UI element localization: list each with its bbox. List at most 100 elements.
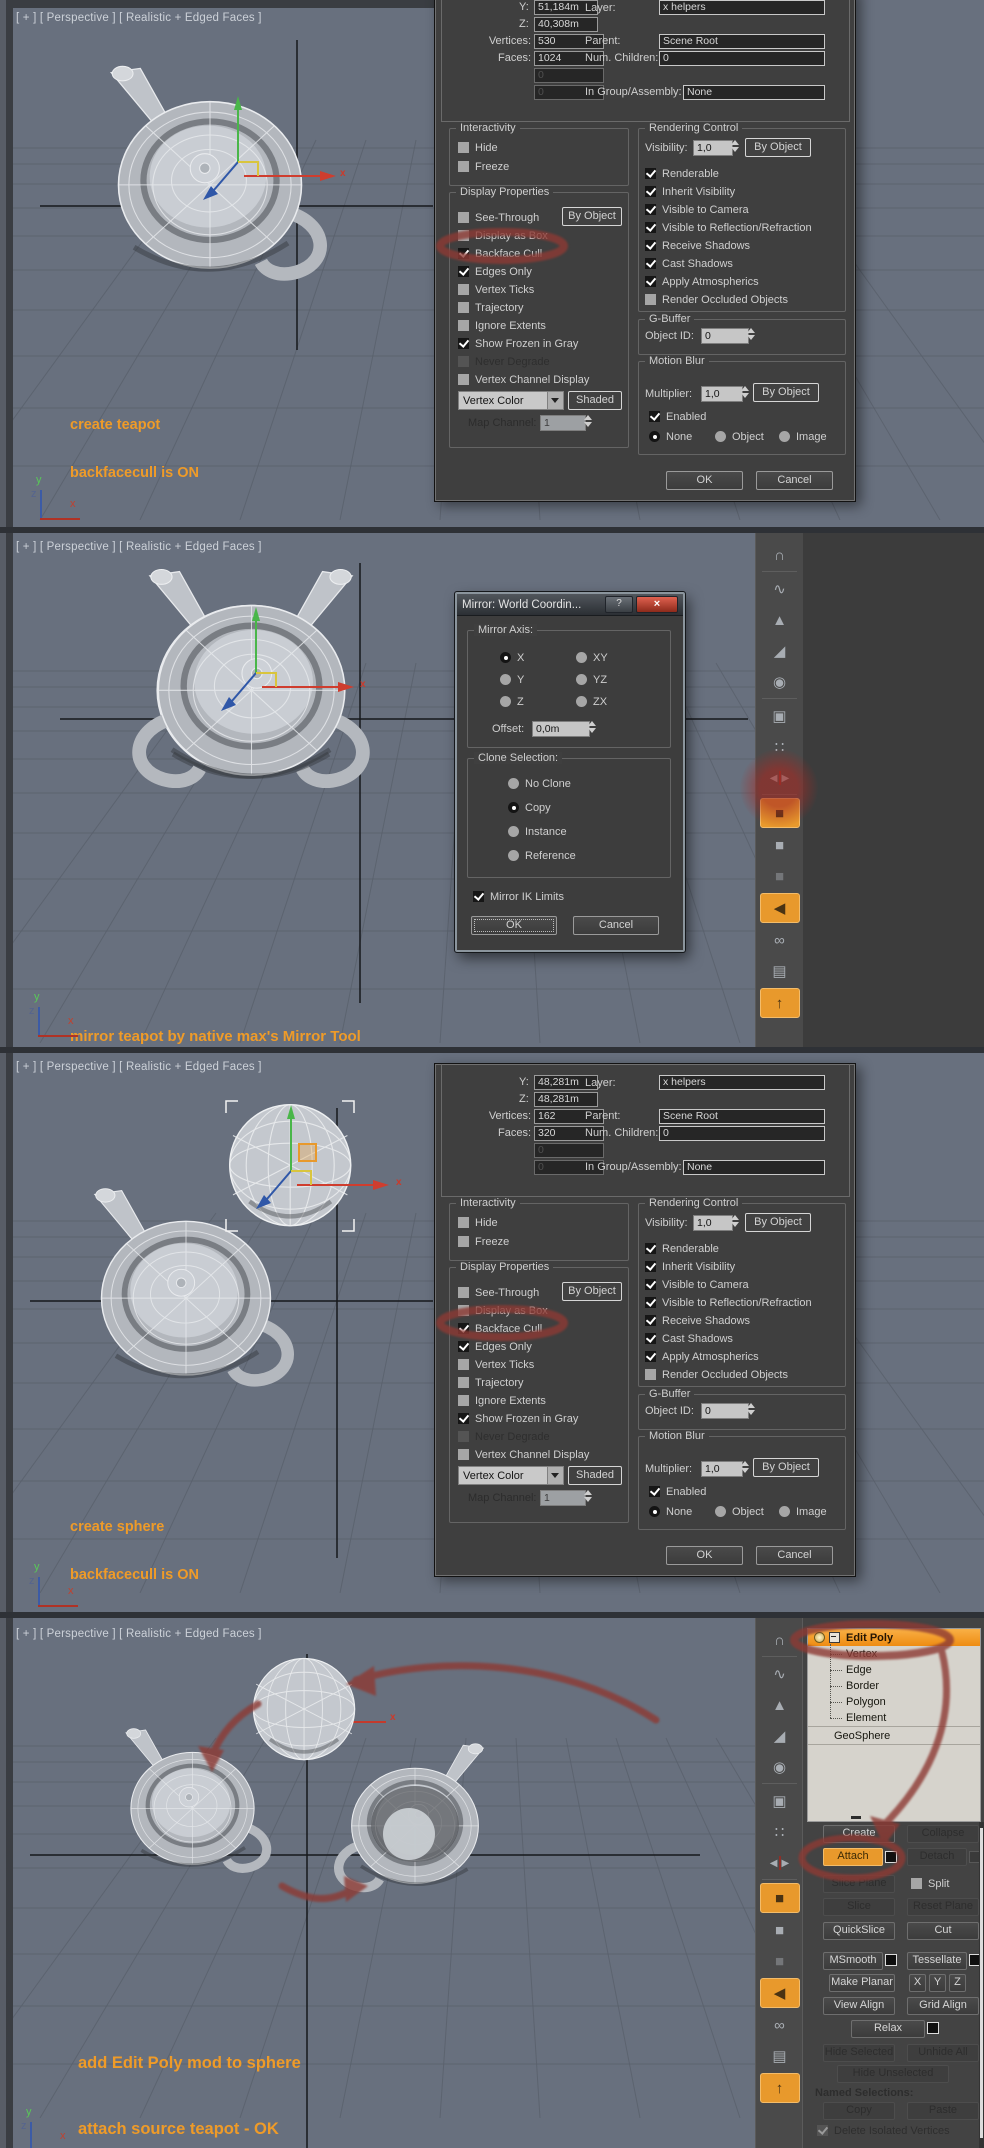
ghost-cube-icon[interactable]: ■	[761, 862, 799, 890]
subobject-vertex[interactable]: Vertex	[830, 1646, 980, 1662]
spray-tool-icon[interactable]: ◢	[761, 637, 799, 665]
checkbox-backface-cull[interactable]: Backface Cull	[458, 1322, 542, 1335]
spinner[interactable]	[729, 1215, 740, 1227]
checkbox-edges-only[interactable]: Edges Only	[458, 1340, 532, 1353]
graphite-cube-icon[interactable]: ■	[761, 1916, 799, 1944]
link-chain-icon[interactable]: ∞	[761, 2011, 799, 2039]
spinner[interactable]	[739, 386, 750, 398]
radio-none[interactable]: None	[649, 1505, 692, 1518]
subobject-edge[interactable]: Edge	[830, 1662, 980, 1678]
spinner[interactable]	[745, 1403, 756, 1415]
checkbox-inherit-visibility[interactable]: Inherit Visibility	[645, 1260, 735, 1273]
object-id-field[interactable]: 0	[701, 328, 749, 344]
render-setup-icon[interactable]: ↑	[759, 2073, 800, 2103]
tessellate-button[interactable]: Tessellate	[907, 1952, 967, 1970]
layer-manager-icon[interactable]: ■	[759, 1883, 800, 1913]
subobject-border[interactable]: Border	[830, 1678, 980, 1694]
checkbox-visible-to-reflection[interactable]: Visible to Reflection/Refraction	[645, 221, 812, 234]
checkbox-enabled[interactable]: Enabled	[649, 1485, 706, 1498]
checkbox-cast-shadows[interactable]: Cast Shadows	[645, 257, 733, 270]
material-editor-icon[interactable]: ▤	[761, 957, 799, 985]
z-field[interactable]: 48,281m	[534, 1092, 598, 1107]
modifier-visibility-bulb-icon[interactable]	[814, 1632, 825, 1643]
layer-field[interactable]: x helpers	[659, 0, 825, 15]
checkbox-vertex-channel[interactable]: Vertex Channel Display	[458, 373, 589, 386]
viewport-label[interactable]: [ + ] [ Perspective ] [ Realistic + Edge…	[16, 1061, 262, 1073]
checkbox-render-occluded[interactable]: Render Occluded Objects	[645, 293, 788, 306]
teapot-wireframe[interactable]	[111, 66, 320, 274]
named-selection-set-icon[interactable]: ▣	[761, 1787, 799, 1815]
radio-reference[interactable]: Reference	[508, 849, 576, 862]
make-planar-x-button[interactable]: X	[909, 1974, 926, 1992]
checkbox-enabled[interactable]: Enabled	[649, 410, 706, 423]
cancel-button[interactable]: Cancel	[573, 916, 659, 935]
checkbox-vertex-ticks[interactable]: Vertex Ticks	[458, 283, 534, 296]
checkbox-backface-cull[interactable]: Backface Cull	[458, 247, 542, 260]
radio-axis-z[interactable]: Z	[500, 695, 524, 708]
cancel-button[interactable]: Cancel	[756, 471, 833, 490]
subobject-element[interactable]: Element	[830, 1710, 980, 1726]
motion-blur-by-object-button[interactable]: By Object	[753, 1458, 819, 1477]
radio-axis-y[interactable]: Y	[500, 673, 524, 686]
checkbox-show-frozen[interactable]: Show Frozen in Gray	[458, 337, 578, 350]
curve-editor-icon[interactable]: ∿	[761, 575, 799, 603]
viewport-label[interactable]: [ + ] [ Perspective ] [ Realistic + Edge…	[16, 12, 262, 24]
cut-button[interactable]: Cut	[907, 1922, 979, 1940]
checkbox-receive-shadows[interactable]: Receive Shadows	[645, 239, 750, 252]
checkbox-ignore-extents[interactable]: Ignore Extents	[458, 1394, 546, 1407]
scrollbar-thumb[interactable]	[980, 1828, 983, 2138]
radio-object[interactable]: Object	[715, 430, 764, 443]
radio-image[interactable]: Image	[779, 430, 827, 443]
create-button[interactable]: Create	[823, 1825, 895, 1843]
camera-keys-icon[interactable]: ◉	[761, 1753, 799, 1781]
checkbox-edges-only[interactable]: Edges Only	[458, 265, 532, 278]
viewport-label[interactable]: [ + ] [ Perspective ] [ Realistic + Edge…	[16, 541, 262, 553]
collapse-tree-icon[interactable]	[829, 1632, 840, 1643]
radio-none[interactable]: None	[649, 430, 692, 443]
rendering-by-object-button[interactable]: By Object	[745, 1213, 811, 1232]
checkbox-trajectory[interactable]: Trajectory	[458, 1376, 524, 1389]
radio-copy[interactable]: Copy	[508, 801, 551, 814]
checkbox-see-through[interactable]: See-Through	[458, 211, 539, 224]
checkbox-cast-shadows[interactable]: Cast Shadows	[645, 1332, 733, 1345]
radio-axis-xy[interactable]: XY	[576, 651, 608, 664]
mirror-tool-icon[interactable]: ◀▶	[761, 1849, 799, 1877]
camera-keys-icon[interactable]: ◉	[761, 668, 799, 696]
multiplier-field[interactable]: 1,0	[701, 1461, 743, 1477]
pyramid-icon[interactable]: ▲	[761, 606, 799, 634]
checkbox-show-frozen[interactable]: Show Frozen in Gray	[458, 1412, 578, 1425]
z-field[interactable]: 40,308m	[534, 17, 598, 32]
quickslice-button[interactable]: QuickSlice	[823, 1922, 895, 1940]
object-id-field[interactable]: 0	[701, 1403, 749, 1419]
rendering-by-object-button[interactable]: By Object	[745, 138, 811, 157]
shaded-button[interactable]: Shaded	[568, 1466, 622, 1485]
radio-no-clone[interactable]: No Clone	[508, 777, 571, 790]
checkbox-freeze[interactable]: Freeze	[458, 160, 509, 173]
radio-axis-yz[interactable]: YZ	[576, 673, 607, 686]
checkbox-trajectory[interactable]: Trajectory	[458, 301, 524, 314]
checkbox-visible-to-camera[interactable]: Visible to Camera	[645, 203, 749, 216]
checkbox-split[interactable]: Split	[911, 1877, 949, 1890]
ok-button[interactable]: OK	[666, 471, 743, 490]
render-setup-icon[interactable]: ↑	[759, 988, 800, 1018]
checkbox-visible-to-camera[interactable]: Visible to Camera	[645, 1278, 749, 1291]
graphite-cube-icon[interactable]: ■	[761, 831, 799, 859]
ok-button[interactable]: OK	[666, 1546, 743, 1565]
spinner[interactable]	[586, 721, 597, 733]
visibility-field[interactable]: 1,0	[693, 1215, 733, 1231]
spinner[interactable]	[739, 1461, 750, 1473]
vertex-color-dropdown[interactable]: Vertex Color	[458, 391, 564, 410]
geosphere-wireframe[interactable]	[251, 1656, 357, 1762]
checkbox-display-as-box[interactable]: Display as Box	[458, 1304, 548, 1317]
subobject-polygon[interactable]: Polygon	[830, 1694, 980, 1710]
radio-image[interactable]: Image	[779, 1505, 827, 1518]
relax-settings-icon[interactable]	[927, 2022, 939, 2034]
radio-axis-x[interactable]: X	[500, 651, 524, 664]
offset-field[interactable]: 0,0m	[532, 721, 590, 737]
checkbox-receive-shadows[interactable]: Receive Shadows	[645, 1314, 750, 1327]
ghost-cube-icon[interactable]: ■	[761, 1947, 799, 1975]
shaded-button[interactable]: Shaded	[568, 391, 622, 410]
checkbox-vertex-channel[interactable]: Vertex Channel Display	[458, 1448, 589, 1461]
checkbox-mirror-ik[interactable]: Mirror IK Limits	[473, 890, 564, 903]
view-align-button[interactable]: View Align	[823, 1997, 895, 2015]
